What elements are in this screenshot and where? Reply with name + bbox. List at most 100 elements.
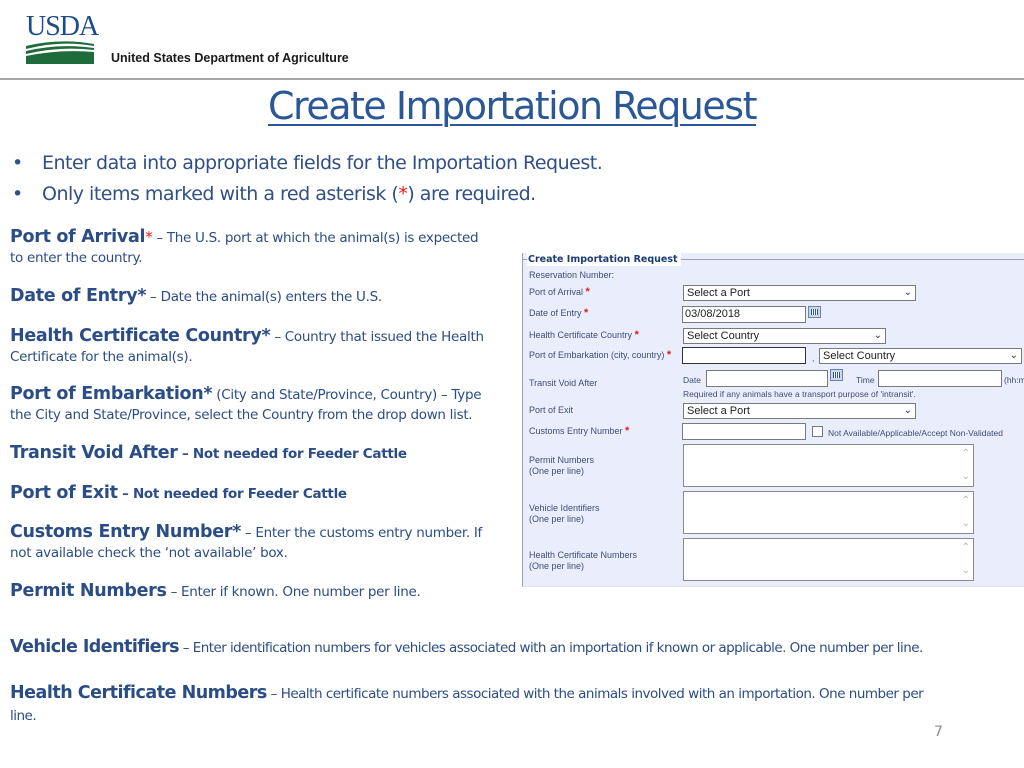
dash: – [152,230,167,246]
dash: – [270,329,285,345]
permit-numbers-textarea[interactable]: ⌃ ⌄ [683,444,974,487]
field-term: Date of Entry [10,286,138,306]
label-text: Health Certificate Country [529,330,633,340]
bullet-item: • Only items marked with a red asterisk (… [12,179,602,210]
calendar-icon[interactable] [808,306,821,318]
port-of-arrival-select[interactable]: Select a Port ⌄ [683,285,916,301]
usda-logo-text: USDA [26,11,99,42]
field-term: Port of Arrival [10,227,146,247]
label-text: Port of Embarkation (city, country) [529,350,665,360]
scroll-up-icon[interactable]: ⌃ [962,449,970,459]
chevron-down-icon: ⌄ [873,330,882,341]
required-asterisk: * [666,349,672,361]
health-certificate-numbers-label: Health Certificate Numbers (One per line) [529,550,637,572]
scroll-up-icon[interactable]: ⌃ [962,496,970,506]
field-desc-health-certificate-numbers: Health Certificate Numbers – Health cert… [10,681,1020,726]
scroll-up-icon[interactable]: ⌃ [962,543,970,553]
header-divider [0,78,1024,80]
transit-void-after-label: Transit Void After [529,378,598,388]
required-asterisk: * [232,522,241,542]
field-note: (City and State/Province, Country) [212,387,437,403]
reservation-number-label: Reservation Number: [529,270,615,280]
port-of-arrival-label: Port of Arrival * [529,287,590,298]
field-description: Enter identification numbers for vehicle… [192,640,924,656]
transit-note: Required if any animals have a transport… [683,389,916,399]
transit-date-input[interactable] [706,370,828,387]
required-asterisk: * [585,286,590,298]
dash: – [146,289,161,305]
label-subtext: (One per line) [529,466,585,476]
port-of-embarkation-label: Port of Embarkation (city, country) * [529,350,671,361]
customs-entry-number-input[interactable] [682,423,806,440]
form-screenshot-panel [522,253,1024,587]
field-desc-permit-numbers: Permit Numbers – Enter if known. One num… [10,581,510,602]
field-description: Certificate for the animal(s). [10,349,193,365]
health-certificate-numbers-textarea[interactable]: ⌃ ⌄ [683,538,974,581]
field-term: Permit Numbers [10,581,167,601]
date-of-entry-label: Date of Entry * [529,308,588,319]
vehicle-identifiers-textarea[interactable]: ⌃ ⌄ [683,491,974,534]
select-value: Select Country [687,330,760,342]
not-available-checkbox[interactable] [812,426,823,437]
dash: – [117,486,133,502]
field-desc-port-of-embarkation: Port of Embarkation* (City and State/Pro… [10,384,510,425]
field-description: The U.S. port at which the animal(s) is … [166,230,479,246]
label-text: Customs Entry Number [529,426,623,436]
required-asterisk: * [625,425,630,437]
label-text: Port of Arrival [529,287,584,297]
field-desc-port-of-arrival: Port of Arrival* – The U.S. port at whic… [10,227,510,268]
field-description: line. [10,708,37,724]
port-of-embarkation-city-input[interactable] [682,347,806,364]
select-value: Select a Port [687,287,750,299]
port-of-embarkation-country-select[interactable]: Select Country ⌄ [819,348,1022,364]
instruction-bullets: • Enter data into appropriate fields for … [12,148,603,210]
port-of-exit-label: Port of Exit [529,405,574,415]
calendar-icon[interactable] [830,369,843,381]
field-term: Port of Exit [10,483,118,503]
scroll-down-icon[interactable]: ⌄ [962,472,970,482]
field-description: Not needed for Feeder Cattle [192,446,407,462]
transit-time-label: Time [856,375,875,385]
transit-time-input[interactable] [878,370,1002,387]
health-certificate-country-select[interactable]: Select Country ⌄ [683,328,886,344]
field-description: Date the animal(s) enters the U.S. [160,289,383,305]
label-text: Vehicle Identifiers [529,503,600,513]
required-asterisk: * [634,329,639,341]
chevron-down-icon: ⌄ [903,287,912,298]
field-desc-customs-entry-number: Customs Entry Number* – Enter the custom… [10,522,510,563]
required-asterisk: * [398,183,408,205]
dash: – [436,387,452,403]
separator: , [812,353,815,363]
bullet-text: Only items marked with a red asterisk ( [42,183,399,205]
field-description: not available check the ‘not available’ … [10,545,288,561]
label-text: Health Certificate Numbers [529,550,638,560]
field-description: Type [451,387,482,403]
dash: – [266,686,281,702]
permit-numbers-label: Permit Numbers (One per line) [529,455,594,477]
field-description: the City and State/Province, select the … [10,407,473,423]
field-description: Enter the customs entry number. If [255,525,482,541]
field-term: Port of Embarkation [10,384,204,404]
field-desc-health-certificate-country: Health Certificate Country* – Country th… [10,326,510,367]
field-term: Health Certificate Country [10,326,262,346]
required-asterisk: * [137,286,147,306]
field-description: Health certificate numbers associated wi… [280,686,924,702]
field-desc-transit-void-after: Transit Void After – Not needed for Feed… [10,443,510,464]
field-desc-port-of-exit: Port of Exit – Not needed for Feeder Cat… [10,483,510,504]
field-term: Health Certificate Numbers [10,683,267,703]
port-of-exit-select[interactable]: Select a Port ⌄ [683,403,916,419]
chevron-down-icon: ⌄ [1009,350,1018,361]
label-text: Permit Numbers [529,455,595,465]
customs-entry-number-label: Customs Entry Number * [529,426,629,437]
vehicle-identifiers-label: Vehicle Identifiers (One per line) [529,503,600,525]
chevron-down-icon: ⌄ [903,405,912,416]
usda-landscape-icon [26,41,94,64]
field-description: Country that issued the Health [284,329,484,345]
bullet-item: • Enter data into appropriate fields for … [12,148,603,179]
scroll-down-icon[interactable]: ⌄ [962,566,970,576]
field-term: Vehicle Identifiers [10,637,180,657]
date-of-entry-input[interactable]: 03/08/2018 [682,306,806,323]
scroll-down-icon[interactable]: ⌄ [962,519,970,529]
field-description: to enter the country. [10,250,143,266]
not-available-label: Not Available/Applicable/Accept Non-Vali… [828,428,1003,438]
